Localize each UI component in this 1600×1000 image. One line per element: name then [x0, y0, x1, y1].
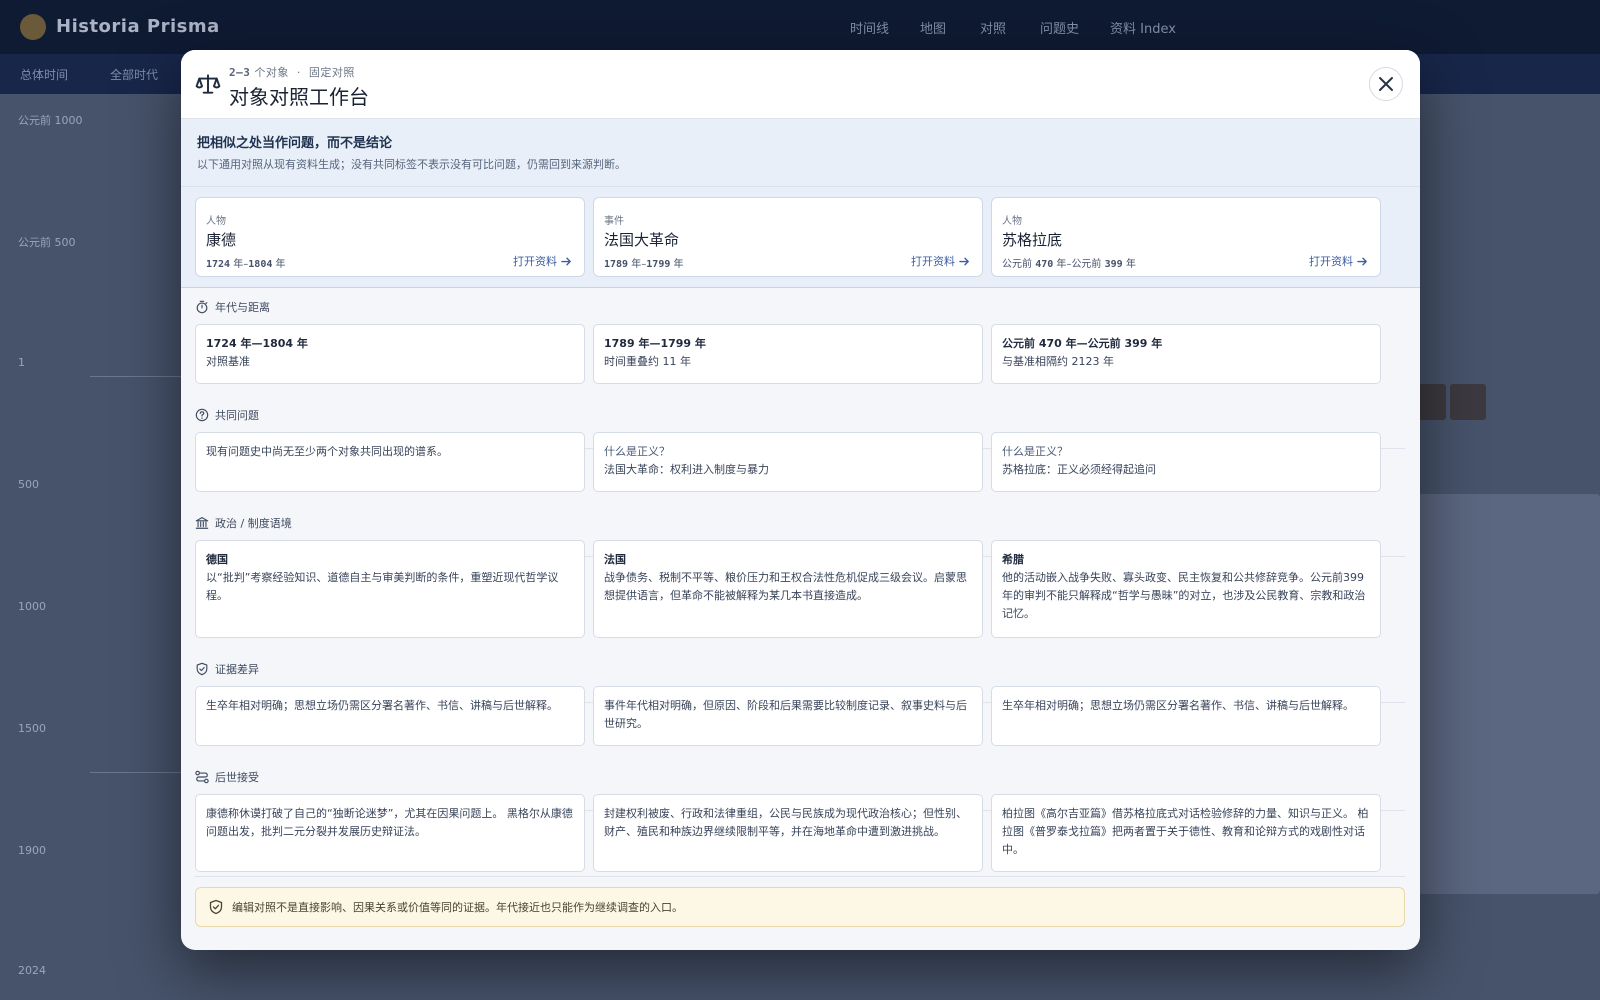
caution-text: 编辑对照不是直接影响、因果关系或价值等同的证据。年代接近也只能作为继续调查的入口… — [232, 901, 683, 914]
year-label: 1000 — [18, 600, 46, 613]
subject-name: 法国大革命 — [604, 231, 680, 249]
nav-question-history[interactable]: 问题史 — [1040, 18, 1079, 37]
subject-name: 苏格拉底 — [1002, 231, 1063, 249]
year-label: 2024 — [18, 964, 46, 977]
year-label: 1500 — [18, 722, 46, 735]
subject-type: 人物 — [1002, 216, 1022, 227]
compare-mode: 固定对照 — [308, 66, 355, 79]
evidence-cell: 生卒年相对明确；思想立场仍需区分署名著作、书信、讲稿与后世解释。 — [991, 686, 1381, 746]
chronology-cell: 1724 年—1804 年 对照基准 — [195, 324, 585, 384]
side-panel — [1400, 494, 1600, 894]
subject-card: 人物 康德 1724 年–1804 年 打开资料 — [195, 197, 585, 277]
route-icon — [195, 770, 209, 784]
section-chronology: 年代与距离 1724 年—1804 年 对照基准 1789 年—1799 年 时… — [195, 298, 1405, 398]
eyebrow-separator: · — [296, 66, 301, 79]
institution-icon — [195, 517, 209, 529]
evidence-cell: 事件年代相对明确，但原因、阶段和后果需要比较制度记录、叙事史料与后世研究。 — [593, 686, 983, 746]
subject-dates: 公元前 470 年–公元前 399 年 — [1002, 259, 1136, 270]
shield-check-icon — [209, 899, 223, 915]
section-shared-questions: 共同问题 现有问题史中尚无至少两个对象共同出现的谱系。 什么是正义？ 法国大革命… — [195, 406, 1405, 506]
dialog-eyebrow: 2–3 个对象 · 固定对照 — [229, 64, 355, 80]
stopwatch-icon — [196, 300, 208, 314]
subject-type: 人物 — [206, 216, 226, 227]
open-source-link[interactable]: 打开资料 — [911, 253, 970, 269]
notice-title: 把相似之处当作问题，而不是结论 — [197, 136, 393, 151]
section-heading: 共同问题 — [195, 406, 259, 424]
section-heading: 证据差异 — [195, 660, 259, 678]
section-heading: 政治 / 制度语境 — [195, 514, 292, 532]
app-topbar: Historia Prisma 时间线 地图 对照 问题史 资料 Index — [0, 0, 1600, 54]
subnav-overview[interactable]: 总体时间 — [20, 66, 68, 83]
open-source-link[interactable]: 打开资料 — [513, 253, 572, 269]
app-name: Historia Prisma — [56, 16, 220, 37]
context-cell: 希腊 他的活动嵌入战争失败、寡头政变、民主恢复和公共修辞竞争。公元前399年的审… — [991, 540, 1381, 638]
nav-map[interactable]: 地图 — [920, 18, 946, 37]
app-logo-icon — [20, 14, 46, 40]
close-button[interactable] — [1369, 67, 1403, 101]
question-cell[interactable]: 什么是正义？ 苏格拉底：正义必须经得起追问 — [991, 432, 1381, 492]
caution-footer: 编辑对照不是直接影响、因果关系或价值等同的证据。年代接近也只能作为继续调查的入口… — [195, 887, 1405, 927]
notice-subtitle: 以下通用对照从现有资料生成；没有共同标签不表示没有可比问题，仍需回到来源判断。 — [197, 158, 626, 171]
section-reception: 后世接受 康德称休谟打破了自己的“独断论迷梦”，尤其在因果问题上。 黑格尔从康德… — [195, 768, 1405, 888]
nav-timeline[interactable]: 时间线 — [850, 18, 889, 37]
subnav-eras[interactable]: 全部时代 — [110, 66, 158, 83]
arrow-right-icon — [561, 257, 572, 265]
section-heading: 后世接受 — [195, 768, 259, 786]
reception-cell: 康德称休谟打破了自己的“独断论迷梦”，尤其在因果问题上。 黑格尔从康德问题出发，… — [195, 794, 585, 872]
comparison-content: 年代与距离 1724 年—1804 年 对照基准 1789 年—1799 年 时… — [181, 288, 1420, 950]
divider — [195, 876, 1405, 877]
year-label: 500 — [18, 478, 39, 491]
shield-check-icon — [196, 662, 208, 676]
chronology-cell: 公元前 470 年—公元前 399 年 与基准相隔约 2123 年 — [991, 324, 1381, 384]
reception-cell: 柏拉图《高尔吉亚篇》借苏格拉底式对话检验修辞的力量、知识与正义。 柏拉图《普罗泰… — [991, 794, 1381, 872]
subject-dates: 1724 年–1804 年 — [206, 259, 286, 270]
chronology-cell: 1789 年—1799 年 时间重叠约 11 年 — [593, 324, 983, 384]
subject-name: 康德 — [206, 231, 237, 249]
year-label: 1900 — [18, 844, 46, 857]
open-source-link[interactable]: 打开资料 — [1309, 253, 1368, 269]
arrow-right-icon — [1357, 257, 1368, 265]
nav-index[interactable]: 资料 Index — [1110, 18, 1176, 37]
balance-scale-icon — [195, 74, 221, 94]
section-heading: 年代与距离 — [195, 298, 270, 316]
year-label: 公元前 500 — [18, 236, 76, 249]
object-unit: 个对象 — [254, 66, 289, 79]
method-notice: 把相似之处当作问题，而不是结论 以下通用对照从现有资料生成；没有共同标签不表示没… — [181, 119, 1420, 187]
year-label: 公元前 1000 — [18, 114, 83, 127]
subject-cards: 人物 康德 1724 年–1804 年 打开资料 事件 法国大革命 1789 年… — [181, 187, 1420, 288]
reception-cell: 封建权利被废、行政和法律重组，公民与民族成为现代政治核心；但性别、财产、殖民和种… — [593, 794, 983, 872]
subject-card: 事件 法国大革命 1789 年–1799 年 打开资料 — [593, 197, 983, 277]
evidence-cell: 生卒年相对明确；思想立场仍需区分署名著作、书信、讲稿与后世解释。 — [195, 686, 585, 746]
question-cell: 现有问题史中尚无至少两个对象共同出现的谱系。 — [195, 432, 585, 492]
section-evidence: 证据差异 生卒年相对明确；思想立场仍需区分署名著作、书信、讲稿与后世解释。 事件… — [195, 660, 1405, 760]
nav-compare[interactable]: 对照 — [980, 18, 1006, 37]
thumbnail-image — [1450, 384, 1486, 420]
subject-type: 事件 — [604, 216, 624, 227]
arrow-right-icon — [959, 257, 970, 265]
section-political-context: 政治 / 制度语境 德国 以“批判”考察经验知识、道德自主与审美判断的条件，重塑… — [195, 514, 1405, 644]
object-count: 2–3 — [229, 66, 251, 79]
question-circle-icon — [195, 408, 209, 422]
question-cell[interactable]: 什么是正义？ 法国大革命：权利进入制度与暴力 — [593, 432, 983, 492]
context-cell: 法国 战争债务、税制不平等、粮价压力和王权合法性危机促成三级会议。启蒙思想提供语… — [593, 540, 983, 638]
close-icon — [1379, 77, 1393, 91]
compare-workbench-dialog: 2–3 个对象 · 固定对照 对象对照工作台 把相似之处当作问题，而不是结论 以… — [181, 50, 1420, 950]
subject-card: 人物 苏格拉底 公元前 470 年–公元前 399 年 打开资料 — [991, 197, 1381, 277]
dialog-header: 2–3 个对象 · 固定对照 对象对照工作台 — [181, 50, 1420, 119]
context-cell: 德国 以“批判”考察经验知识、道德自主与审美判断的条件，重塑近现代哲学议程。 — [195, 540, 585, 638]
subject-dates: 1789 年–1799 年 — [604, 259, 684, 270]
year-label: 1 — [18, 356, 25, 369]
dialog-title: 对象对照工作台 — [229, 85, 369, 109]
